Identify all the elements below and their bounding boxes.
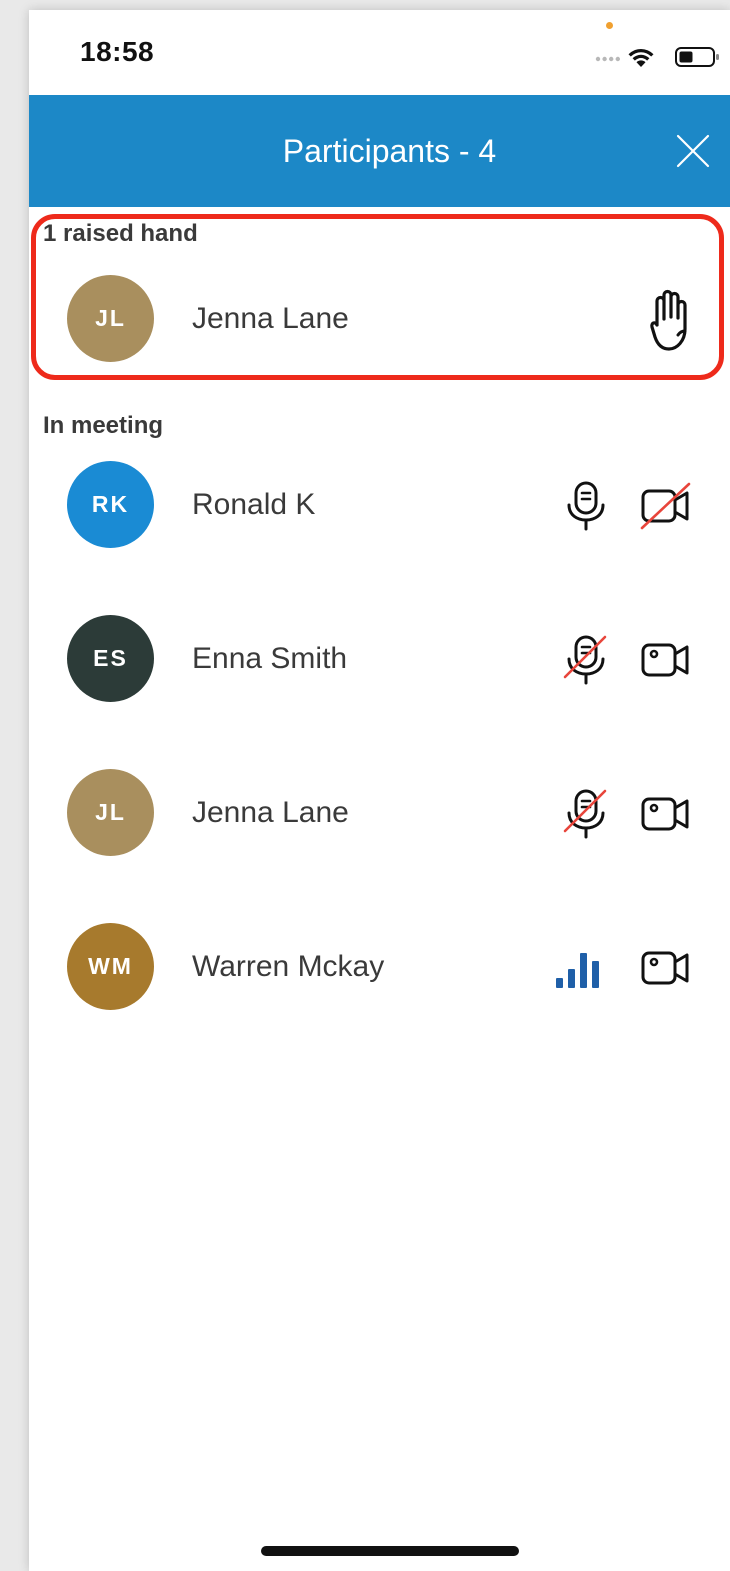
- in-meeting-section-label: In meeting: [43, 412, 164, 439]
- video-icon[interactable]: [639, 787, 693, 841]
- participants-header: Participants - 4: [29, 95, 730, 207]
- participant-row-enna-smith[interactable]: ES Enna Smith: [29, 615, 730, 705]
- video-off-icon[interactable]: [639, 479, 693, 533]
- status-time: 18:58: [80, 36, 155, 67]
- microphone-icon[interactable]: [559, 479, 613, 533]
- participant-row-warren-mckay[interactable]: WM Warren Mckay: [29, 923, 730, 1013]
- home-indicator[interactable]: [261, 1546, 519, 1556]
- avatar: JL: [67, 769, 154, 856]
- participant-row-raised-jenna-lane[interactable]: JL Jenna Lane: [29, 275, 730, 365]
- cellular-signal-icon: [595, 56, 620, 62]
- video-icon[interactable]: [639, 633, 693, 687]
- participant-name: Warren Mckay: [192, 950, 385, 983]
- participant-name: Jenna Lane: [192, 796, 349, 829]
- wifi-icon: [628, 48, 654, 67]
- avatar: RK: [67, 461, 154, 548]
- recording-indicator-dot: [606, 22, 613, 29]
- microphone-muted-icon[interactable]: [559, 787, 613, 841]
- participant-name: Jenna Lane: [192, 302, 349, 335]
- avatar: ES: [67, 615, 154, 702]
- status-bar: 18:58: [29, 10, 730, 95]
- participant-name: Ronald K: [192, 488, 316, 521]
- raised-hand-icon[interactable]: [643, 287, 699, 353]
- close-icon[interactable]: [675, 133, 711, 169]
- battery-icon: [675, 47, 719, 67]
- avatar: JL: [67, 275, 154, 362]
- audio-level-icon: [556, 953, 599, 988]
- video-icon[interactable]: [639, 941, 693, 995]
- page-title: Participants - 4: [282, 133, 497, 169]
- participants-screen: 18:58 Participants - 4 1 raised hand JL …: [29, 10, 730, 1571]
- participant-row-ronald-k[interactable]: RK Ronald K: [29, 461, 730, 551]
- participant-name: Enna Smith: [192, 642, 348, 675]
- participant-row-jenna-lane[interactable]: JL Jenna Lane: [29, 769, 730, 859]
- microphone-muted-icon[interactable]: [559, 633, 613, 687]
- avatar: WM: [67, 923, 154, 1010]
